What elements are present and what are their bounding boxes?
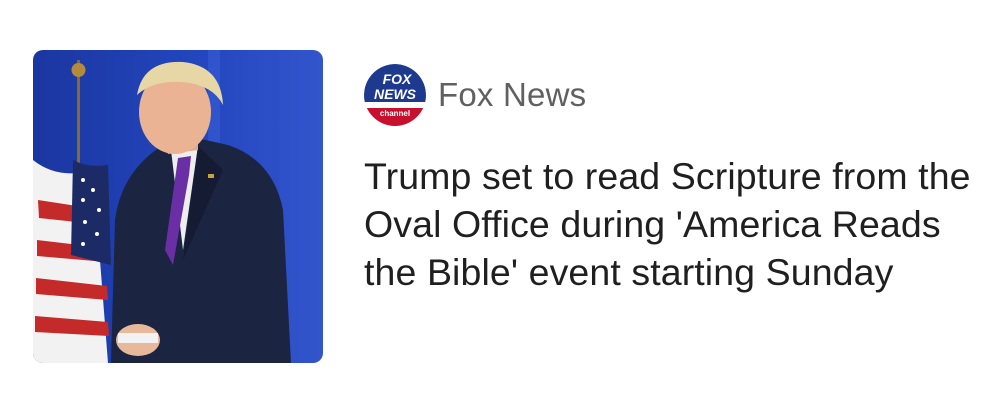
source-name: Fox News [438,76,587,113]
svg-text:NEWS: NEWS [374,86,417,102]
article-headline[interactable]: Trump set to read Scripture from the Ova… [364,152,974,296]
person-photo-icon [33,50,323,363]
svg-text:channel: channel [380,109,410,118]
svg-text:FOX: FOX [383,71,413,87]
fox-news-logo-icon: FOX NEWS channel [364,64,426,126]
news-card[interactable]: FOX NEWS channel Fox News Trump set to r… [0,0,988,410]
article-source[interactable]: FOX NEWS channel Fox News [364,62,586,128]
article-thumbnail[interactable] [33,50,323,363]
